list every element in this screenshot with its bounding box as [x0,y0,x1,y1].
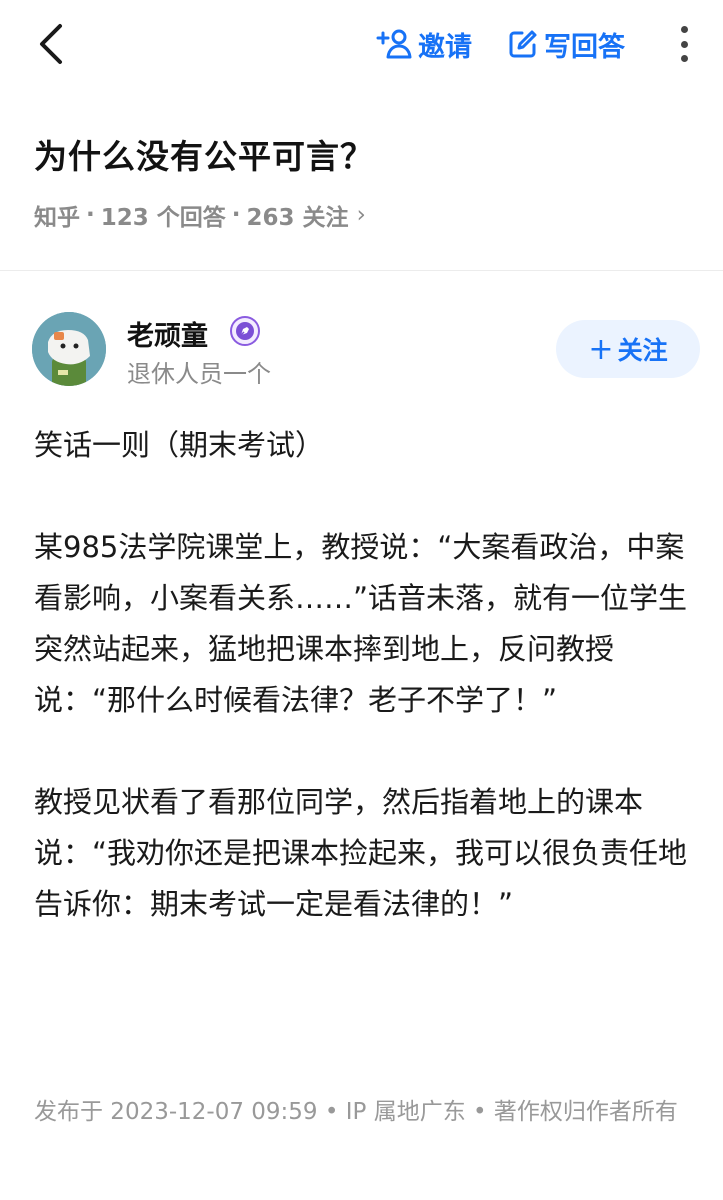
top-bar: 邀请 写回答 [0,0,723,90]
question-meta[interactable]: 知乎 · 123 个回答 · 263 关注 › [34,198,366,232]
invite-label: 邀请 [418,31,472,63]
back-button[interactable] [36,20,76,68]
chevron-right-icon: › [356,202,366,228]
follow-button[interactable]: + 关注 [556,320,700,378]
meta-separator: · [231,202,241,228]
more-options-icon[interactable] [670,24,698,64]
answer-paragraph: 某985法学院课堂上，教授说：“大案看政治，中案看影响，小案看关系……”话音未落… [34,530,688,717]
more-dot [680,26,688,33]
chevron-left-icon [40,24,62,64]
answer-count: 123 个回答 [100,205,226,231]
author-description: 退休人员一个 [127,360,271,388]
verified-badge-icon [230,316,260,346]
meta-separator: · [86,202,95,228]
question-source: 知乎 [34,205,80,231]
write-answer-button[interactable]: 写回答 [508,22,625,66]
avatar[interactable] [32,312,106,386]
publish-info: 发布于 2023-12-07 09:59 • IP 属地广东 • 著作权归作者所… [34,1099,678,1125]
answer-content: 笑话一则（期末考试） 某985法学院课堂上，教授说：“大案看政治，中案看影响，小… [34,420,694,930]
avatar-image [32,312,106,386]
divider [0,270,723,271]
plus-icon: + [588,331,614,367]
follower-count: 263 关注 [246,205,349,231]
follow-label: 关注 [617,336,668,365]
edit-icon [509,30,537,58]
answer-paragraph: 笑话一则（期末考试） [34,428,325,462]
add-user-icon [376,29,412,59]
author-name[interactable]: 老顽童 [127,314,208,353]
write-answer-label: 写回答 [544,31,625,63]
question-title[interactable]: 为什么没有公平可言？ [34,130,374,178]
more-dot [680,40,688,48]
invite-button[interactable]: 邀请 [376,22,472,66]
answer-paragraph: 教授见状看了看那位同学，然后指着地上的课本说：“我劝你还是把课本捡起来，我可以很… [34,785,688,921]
more-dot [680,55,688,62]
